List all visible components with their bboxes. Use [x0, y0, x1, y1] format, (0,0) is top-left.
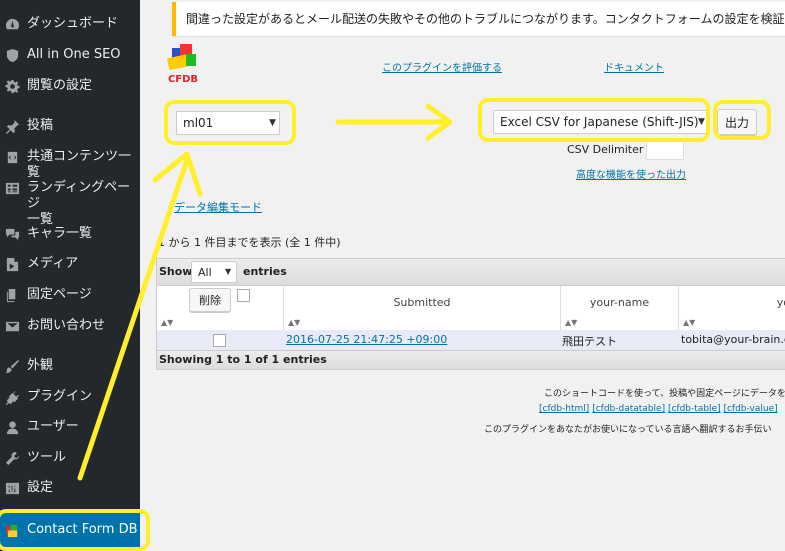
- sidebar-item-label: 設定: [27, 480, 54, 495]
- sidebar-item-posts[interactable]: 投稿: [0, 118, 140, 134]
- shield-icon: [3, 47, 21, 63]
- your-name-column-header[interactable]: your-name ▲▼: [561, 286, 679, 330]
- user-icon: [3, 419, 21, 435]
- select-column-header: 削除 ▲▼: [157, 286, 284, 330]
- sidebar-item-label: ツール: [27, 450, 67, 465]
- sidebar-item-label: 投稿: [27, 118, 54, 133]
- pin-icon: [3, 118, 21, 134]
- delete-button[interactable]: 削除: [189, 288, 231, 312]
- advanced-export-link[interactable]: 高度な機能を使った出力: [576, 166, 686, 181]
- sidebar-item-media[interactable]: メディア: [0, 256, 140, 272]
- sidebar-item-all-in-one-seo[interactable]: All in One SEO: [0, 47, 140, 63]
- mail-icon: [3, 318, 21, 334]
- submitted-column-header[interactable]: Submitted ▲▼: [284, 286, 561, 330]
- email-cell: tobita@your-brain.c: [681, 333, 785, 346]
- documentation-link[interactable]: ドキュメント: [604, 59, 664, 74]
- gear-icon: [3, 78, 21, 94]
- export-format-select[interactable]: Excel CSV for Japanese (Shift-JIS): [493, 110, 709, 134]
- sidebar-item-plugins[interactable]: プラグイン: [0, 389, 140, 405]
- brush-icon: [3, 358, 21, 374]
- datatable-footer: Showing 1 to 1 of 1 entries: [156, 350, 785, 370]
- sidebar-item-label: ランディングページ 一覧: [27, 180, 131, 227]
- your-name-cell: 飛田テスト: [562, 335, 617, 348]
- entries-length-select[interactable]: All: [191, 261, 237, 283]
- cfdb-logo: CFDB: [160, 40, 206, 86]
- shortcode-intro-text: このショートコードを使って、投稿や固定ページにデータを表: [544, 389, 785, 399]
- select-all-checkbox[interactable]: [237, 289, 250, 302]
- media-icon: [3, 256, 21, 272]
- edit-mode-link[interactable]: データ編集モード: [174, 199, 262, 215]
- translation-help-text: このプラグインをあなたがお使いになっている言語へ翻訳するお手伝い: [484, 425, 772, 435]
- sidebar-item-label: ダッシュボード: [27, 16, 119, 31]
- sidebar-item-label: Contact Form DB: [27, 522, 138, 537]
- sidebar-item-settings[interactable]: 設定: [0, 480, 140, 496]
- submitted-link[interactable]: 2016-07-25 21:47:25 +09:00: [286, 333, 447, 346]
- sidebar-item-label: プラグイン: [27, 389, 93, 404]
- notice-text: 間違った設定があるとメール配送の失敗やその他のトラブルにつながります。コンタクト…: [186, 12, 785, 26]
- config-error-notice: 間違った設定があるとメール配送の失敗やその他のトラブルにつながります。コンタクト…: [172, 2, 785, 36]
- sidebar-item-label: 閲覧の設定: [27, 78, 93, 93]
- wrench-icon: [3, 450, 21, 466]
- sidebar-item-users[interactable]: ユーザー: [0, 419, 140, 435]
- shortcode-list: [cfdb-html] [cfdb-datatable] [cfdb-table…: [539, 404, 778, 414]
- show-label: Show: [159, 265, 193, 278]
- svg-text:CFDB: CFDB: [168, 74, 198, 85]
- sidebar-item-tools[interactable]: ツール: [0, 450, 140, 466]
- entry-count-text: 1 から 1 件目までを表示 (全 1 件中): [158, 236, 341, 249]
- sidebar-item-reading-settings[interactable]: 閲覧の設定: [0, 78, 140, 94]
- sidebar-item-landing-pages[interactable]: ランディングページ 一覧: [0, 180, 140, 228]
- sidebar-item-label: ユーザー: [27, 419, 79, 434]
- plug-icon: [3, 389, 21, 405]
- page-icon: [3, 287, 21, 303]
- sidebar-item-label: 固定ページ: [27, 287, 92, 302]
- sort-icon: ▲▼: [288, 318, 301, 327]
- sidebar-item-contact-form-db[interactable]: Contact Form DB: [0, 510, 140, 550]
- shortcode-link-cfdb-table[interactable]: [cfdb-table]: [668, 404, 721, 414]
- sidebar-item-contact[interactable]: お問い合わせ: [0, 318, 140, 334]
- admin-sidebar: ダッシュボード All in One SEO 閲覧の設定 投稿 共通コンテンツ一…: [0, 0, 140, 551]
- sidebar-item-label: キャラ一覧: [27, 226, 93, 241]
- sort-icon: ▲▼: [683, 318, 696, 327]
- csv-delimiter-input[interactable]: [646, 140, 684, 160]
- entries-label: entries: [243, 265, 287, 278]
- sidebar-item-pages[interactable]: 固定ページ: [0, 287, 140, 303]
- rate-plugin-link[interactable]: このプラグインを評価する: [382, 59, 502, 74]
- sort-icon[interactable]: ▲▼: [161, 318, 173, 327]
- sidebar-item-common-content[interactable]: 共通コンテンツ一覧: [0, 149, 140, 181]
- sidebar-item-label: All in One SEO: [27, 47, 121, 62]
- sidebar-item-label: メディア: [27, 256, 79, 271]
- csv-delimiter-label: CSV Delimiter: [567, 143, 644, 156]
- row-checkbox[interactable]: [213, 334, 226, 347]
- grid-icon: [3, 180, 21, 196]
- sort-icon: ▲▼: [565, 318, 578, 327]
- cfdb-icon: [3, 522, 21, 538]
- comments-icon: [3, 226, 21, 242]
- datatable-info: Showing 1 to 1 of 1 entries: [159, 353, 327, 366]
- email-column-header[interactable]: you ▲▼: [679, 286, 785, 330]
- sidebar-item-label: お問い合わせ: [27, 318, 106, 333]
- shortcode-link-cfdb-value[interactable]: [cfdb-value]: [723, 404, 777, 414]
- sidebar-item-label: 外観: [27, 358, 54, 373]
- shortcode-link-cfdb-html[interactable]: [cfdb-html]: [539, 404, 589, 414]
- sidebar-item-label: 共通コンテンツ一覧: [27, 149, 132, 180]
- main-content: 間違った設定があるとメール配送の失敗やその他のトラブルにつながります。コンタクト…: [140, 0, 785, 551]
- sidebar-item-dashboard[interactable]: ダッシュボード: [0, 16, 140, 32]
- sidebar-item-appearance[interactable]: 外観: [0, 358, 140, 374]
- form-select[interactable]: ml01: [176, 111, 280, 135]
- code-icon: [3, 149, 21, 165]
- export-button[interactable]: 出力: [717, 109, 757, 135]
- dashboard-icon: [3, 16, 21, 32]
- sidebar-item-characters[interactable]: キャラ一覧: [0, 226, 140, 242]
- shortcode-link-cfdb-datatable[interactable]: [cfdb-datatable]: [592, 404, 665, 414]
- table-row: 2016-07-25 21:47:25 +09:00 飛田テスト tobita@…: [156, 330, 785, 350]
- settings-icon: [3, 480, 21, 496]
- datatable-column-headers: 削除 ▲▼ Submitted ▲▼ your-name ▲▼ you ▲▼: [156, 286, 785, 330]
- datatable-toolbar: Show All ▼ entries: [156, 258, 785, 286]
